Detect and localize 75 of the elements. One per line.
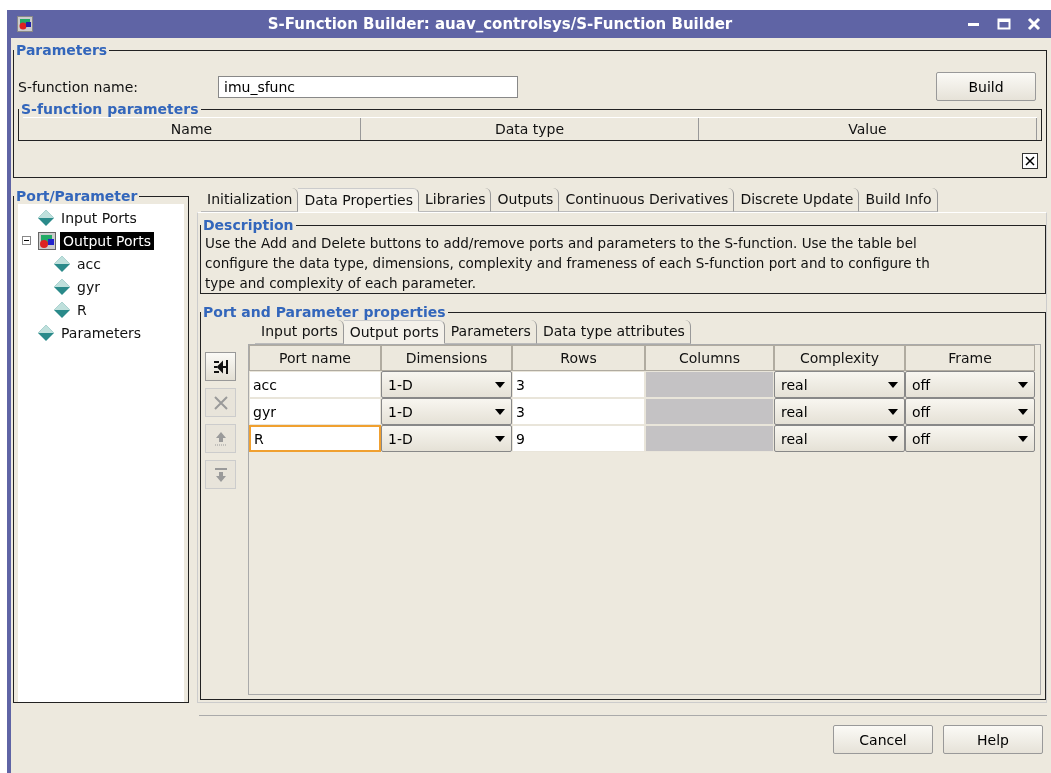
frame-dropdown[interactable]: off: [905, 398, 1035, 425]
group-title: Description: [202, 217, 295, 233]
name-field[interactable]: imu_sfunc: [218, 75, 518, 98]
caret-icon: [1018, 435, 1028, 442]
tree-item[interactable]: R: [74, 300, 90, 319]
tab[interactable]: Outputs: [491, 188, 560, 212]
build-button[interactable]: Build: [936, 72, 1036, 101]
caret-icon: [1018, 381, 1028, 388]
delete-icon: [212, 394, 229, 411]
caret-icon: [495, 435, 505, 442]
tree-item[interactable]: acc: [74, 254, 104, 273]
diamond-icon: [54, 255, 70, 272]
column-header[interactable]: Name: [23, 118, 361, 140]
group-title: Port and Parameter properties: [202, 304, 447, 320]
dimensions-dropdown[interactable]: 1-D: [381, 425, 512, 452]
tab[interactable]: Data Properties: [298, 188, 419, 212]
description-text: configure the data type, dimensions, complexity and frameness of each S-function port and to configure th: [205, 254, 931, 273]
tab[interactable]: Discrete Update: [734, 188, 860, 212]
rows-field[interactable]: 3: [512, 398, 645, 425]
complexity-dropdown[interactable]: real: [774, 425, 905, 452]
column-header[interactable]: Port name: [249, 345, 381, 371]
frame-dropdown[interactable]: off: [905, 371, 1035, 398]
dimensions-dropdown[interactable]: 1-D: [381, 398, 512, 425]
add-port-button[interactable]: [205, 352, 236, 381]
maximize-icon[interactable]: [997, 17, 1011, 31]
column-header[interactable]: Dimensions: [381, 345, 512, 371]
tree-item[interactable]: Input Ports: [58, 208, 140, 227]
tab[interactable]: Libraries: [419, 188, 492, 212]
dimensions-dropdown[interactable]: 1-D: [381, 371, 512, 398]
frame-dropdown[interactable]: off: [905, 425, 1035, 452]
tab[interactable]: Continuous Derivatives: [559, 188, 735, 212]
diamond-icon: [54, 301, 70, 318]
description-text: type and complexity of each parameter.: [205, 274, 478, 293]
tree-item[interactable]: gyr: [74, 277, 103, 296]
caret-icon: [888, 408, 898, 415]
tab[interactable]: Output ports: [343, 320, 445, 344]
arrow-into-bar-icon: [212, 358, 229, 375]
description-text: Use the Add and Delete buttons to add/remove ports and parameters to the S-function. Use the table bel: [205, 234, 918, 253]
tree-item[interactable]: Parameters: [58, 323, 145, 342]
dialog-button[interactable]: Help: [943, 725, 1043, 754]
port-name-field[interactable]: acc: [249, 371, 381, 398]
arrow-up-icon: [212, 430, 229, 447]
app-icon: [17, 16, 33, 32]
diamond-icon: [38, 209, 54, 226]
column-header[interactable]: Data type: [361, 118, 699, 140]
complexity-dropdown[interactable]: real: [774, 371, 905, 398]
caret-icon: [1018, 408, 1028, 415]
column-header[interactable]: Rows: [512, 345, 645, 371]
rows-field[interactable]: 9: [512, 425, 645, 452]
column-header[interactable]: Value: [699, 118, 1037, 140]
caret-icon: [495, 381, 505, 388]
arrow-down-icon: [212, 466, 229, 483]
port-name-field[interactable]: R: [249, 425, 381, 452]
window-title: S-Function Builder: auav_controlsys/S-Function Builder: [266, 15, 734, 33]
field-label: S-function name:: [18, 78, 139, 95]
caret-icon: [888, 381, 898, 388]
diamond-icon: [38, 324, 54, 341]
diamond-icon: [54, 278, 70, 295]
rows-field[interactable]: 3: [512, 371, 645, 398]
group-title: S-function parameters: [20, 101, 200, 117]
tab[interactable]: Build Info: [859, 188, 938, 212]
caret-icon: [495, 408, 505, 415]
dialog-button[interactable]: Cancel: [833, 725, 933, 754]
port-name-field[interactable]: gyr: [249, 398, 381, 425]
complexity-dropdown[interactable]: real: [774, 398, 905, 425]
close-icon[interactable]: [1022, 153, 1038, 169]
group-title: Port/Parameter: [15, 188, 139, 204]
column-header[interactable]: Complexity: [774, 345, 905, 371]
collapse-icon[interactable]: [22, 236, 31, 245]
block-icon: [38, 231, 56, 250]
column-header[interactable]: Columns: [645, 345, 774, 371]
column-header[interactable]: Frame: [905, 345, 1035, 371]
group-title: Parameters: [15, 42, 109, 58]
caret-icon: [888, 435, 898, 442]
tree-item[interactable]: Output Ports: [60, 231, 155, 250]
